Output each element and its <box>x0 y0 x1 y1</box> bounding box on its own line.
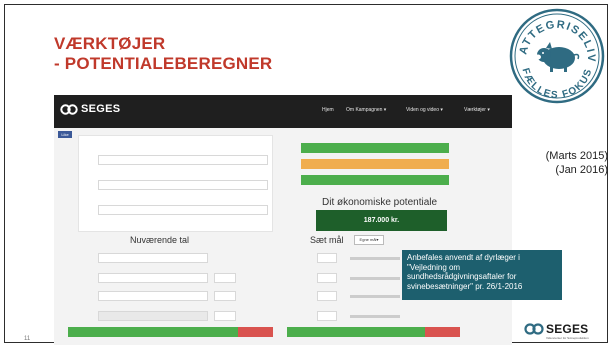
date-info: (Marts 2015) (Jan 2016) <box>528 149 608 177</box>
input-field-3[interactable] <box>98 205 268 215</box>
current-row-3-input[interactable] <box>98 291 208 301</box>
page-number: 11 <box>24 336 31 342</box>
seges-footer-word: SEGES <box>546 322 589 336</box>
title-line-1: VÆRKTØJER <box>54 34 166 53</box>
goal-row-4-input[interactable] <box>317 311 337 321</box>
website-navbar: SEGES Hjem Om Kampagnen ▾ Viden og video… <box>54 95 512 128</box>
seges-logo-icon <box>60 103 78 115</box>
goal-row-2-slider[interactable] <box>350 277 400 280</box>
pattegriseliv-logo: PATTEGRISELIV FÆLLES FOKUS <box>508 7 605 104</box>
callout-line-2: "Vejledning om <box>407 262 461 272</box>
goal-row-2-input[interactable] <box>317 273 337 283</box>
callout-line-4: svinebesætninger" pr. 26/1-2016 <box>407 281 523 291</box>
callout-line-1: Anbefales anvendt af dyrlæger i <box>407 253 520 262</box>
current-row-2-extra <box>214 273 236 283</box>
current-row-2-input[interactable] <box>98 273 208 283</box>
set-goals-heading: Sæt mål <box>310 235 344 245</box>
input-field-1[interactable] <box>98 155 268 165</box>
result-bar-green-2 <box>301 175 449 185</box>
current-row-4-extra <box>214 311 236 321</box>
current-row-1-input[interactable] <box>98 253 208 263</box>
goal-row-4-slider[interactable] <box>350 315 400 318</box>
goal-row-1-slider[interactable] <box>350 257 400 260</box>
callout-line-3: sundhedsrådgivningsaftaler for <box>407 272 517 281</box>
slide: VÆRKTØJER - POTENTIALEBEREGNER PATTEGRIS… <box>0 0 612 347</box>
goal-bottom-bar-red <box>425 327 460 337</box>
recommendation-callout: Anbefales anvendt af dyrlæger i "Vejledn… <box>402 250 562 300</box>
current-values-heading: Nuværende tal <box>130 235 190 245</box>
website-logo[interactable]: SEGES <box>60 103 120 115</box>
goal-bottom-bar-green <box>287 327 425 337</box>
title-line-2: - POTENTIALEBEREGNER <box>54 54 273 73</box>
date-2: (Jan 2016) <box>555 164 608 176</box>
website-logo-text: SEGES <box>81 103 121 115</box>
potential-value: 187.000 kr. <box>316 210 447 231</box>
seges-footer-logo: SEGES Videncenter for Svineproduktion <box>524 322 589 340</box>
current-row-3-extra <box>214 291 236 301</box>
goal-row-1-input[interactable] <box>317 253 337 263</box>
slide-title: VÆRKTØJER - POTENTIALEBEREGNER <box>54 34 384 74</box>
potential-heading: Dit økonomiske potentiale <box>322 197 438 208</box>
result-bar-green-1 <box>301 143 449 153</box>
current-row-4-input <box>98 311 208 321</box>
nav-vaerktoejer[interactable]: Værktøjer ▾ <box>464 107 490 113</box>
own-goals-button[interactable]: Egne mål▾ <box>354 235 384 245</box>
input-field-2[interactable] <box>98 180 268 190</box>
current-bottom-bar-red <box>238 327 273 337</box>
seges-logo-icon <box>524 323 544 335</box>
current-bottom-bar-green <box>68 327 238 337</box>
nav-hjem[interactable]: Hjem <box>322 107 334 113</box>
website-screenshot: SEGES Hjem Om Kampagnen ▾ Viden og video… <box>54 95 512 345</box>
goal-row-3-input[interactable] <box>317 291 337 301</box>
date-1: (Marts 2015) <box>545 150 608 162</box>
nav-viden-og-video[interactable]: Viden og video ▾ <box>406 107 443 113</box>
seges-footer-subline: Videncenter for Svineproduktion <box>546 336 589 340</box>
goal-row-3-slider[interactable] <box>350 295 400 298</box>
nav-om-kampagnen[interactable]: Om Kampagnen ▾ <box>346 107 386 113</box>
facebook-like-button[interactable]: Like <box>58 131 72 138</box>
result-bar-orange <box>301 159 449 169</box>
